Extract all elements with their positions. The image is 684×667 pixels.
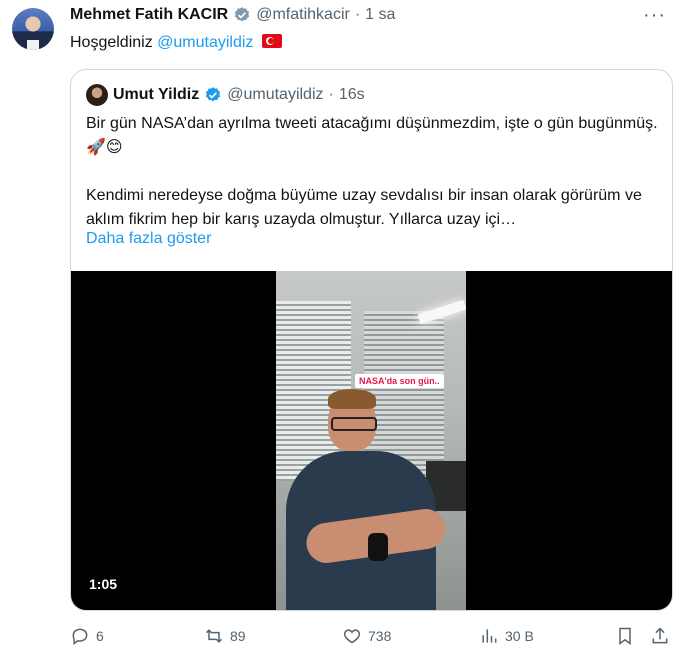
analytics-icon: [482, 629, 497, 643]
dot-separator: ·: [328, 86, 334, 103]
reply-count: 6: [96, 628, 104, 644]
views-count: 30 B: [505, 628, 534, 644]
quoted-tweet[interactable]: Umut Yildiz @umutayildiz · 16s Bir gün N…: [70, 69, 673, 611]
quoted-name: Umut Yildiz: [113, 86, 200, 103]
quoted-paragraph-2: Kendimi neredeyse doğma büyüme uzay sevd…: [86, 187, 642, 228]
bookmark-button[interactable]: [615, 626, 635, 646]
tweet-header: Mehmet Fatih KACIR @mfatihkacir · 1 sa: [70, 6, 395, 24]
person-hair: [328, 389, 376, 409]
video-frame: NASA'da son gün..: [276, 271, 466, 610]
reply-icon: [72, 628, 88, 645]
quoted-paragraph-1: Bir gün NASA’dan ayrılma tweeti atacağım…: [86, 115, 658, 156]
share-icon: [652, 627, 668, 644]
video-sticker: NASA'da son gün..: [355, 374, 444, 388]
tweet-text-prefix: Hoşgeldiniz: [70, 34, 158, 51]
retweet-count: 89: [230, 628, 246, 644]
author-name[interactable]: Mehmet Fatih KACIR: [70, 6, 228, 24]
tweet-text: Hoşgeldiniz @umutayildiz: [70, 34, 282, 52]
dot-separator: ·: [354, 6, 361, 23]
like-count: 738: [368, 628, 392, 644]
turkey-flag-icon: [261, 34, 282, 48]
video-duration: 1:05: [89, 576, 118, 592]
person-glasses: [331, 417, 377, 431]
tweet-time[interactable]: 1 sa: [365, 6, 395, 24]
author-avatar[interactable]: [12, 8, 54, 50]
reply-button[interactable]: 6: [70, 626, 104, 646]
quoted-handle: @umutayildiz: [227, 86, 324, 103]
quoted-header: Umut Yildiz @umutayildiz · 16s: [86, 84, 365, 106]
quoted-time: 16s: [338, 86, 365, 103]
verified-badge-icon: [206, 87, 221, 102]
verified-badge-icon: [235, 7, 250, 22]
author-handle[interactable]: @mfatihkacir: [256, 6, 350, 24]
retweet-icon: [205, 629, 223, 643]
heart-icon: [343, 629, 361, 644]
views-button[interactable]: 30 B: [479, 626, 534, 646]
more-options-icon[interactable]: ···: [643, 4, 666, 27]
show-more-link[interactable]: Daha fazla göster: [86, 230, 211, 248]
action-bar: 6 89 738 30 B: [70, 622, 672, 650]
bookmark-icon: [619, 627, 631, 645]
smartwatch: [368, 533, 388, 561]
like-button[interactable]: 738: [342, 626, 391, 646]
video-player[interactable]: NASA'da son gün.. 1:05: [71, 271, 672, 610]
quoted-avatar[interactable]: [86, 84, 108, 106]
share-button[interactable]: [650, 626, 670, 646]
mention-link[interactable]: @umutayildiz: [157, 34, 253, 51]
retweet-button[interactable]: 89: [204, 626, 246, 646]
